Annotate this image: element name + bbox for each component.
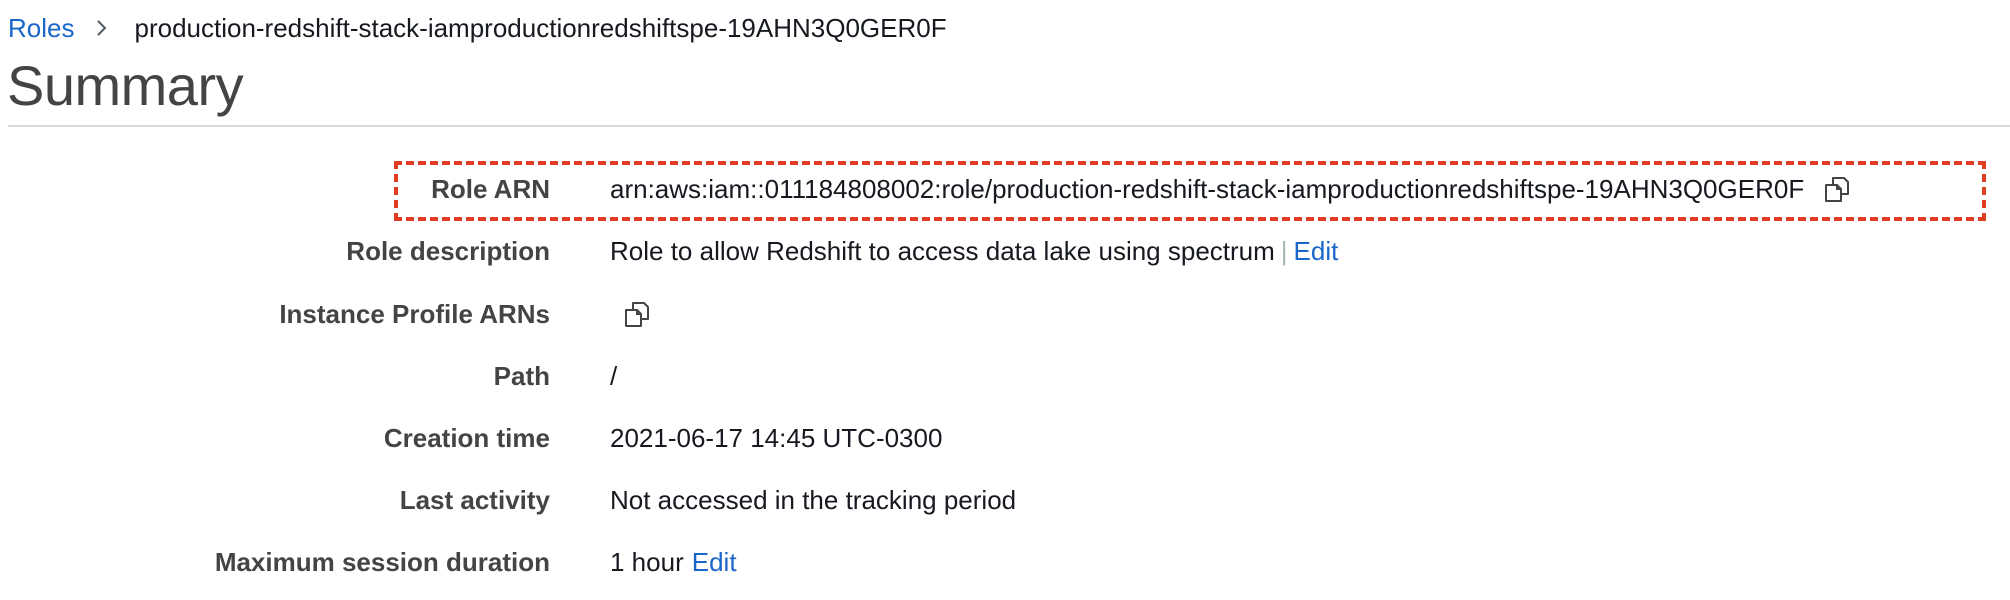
breadcrumb-current-role: production-redshift-stack-iamproductionr… bbox=[134, 12, 947, 43]
path-label: Path bbox=[493, 361, 550, 391]
edit-role-description-link[interactable]: Edit bbox=[1294, 236, 1339, 267]
page-title: Summary bbox=[7, 54, 244, 117]
role-description-value-container: Role to allow Redshift to access data la… bbox=[610, 226, 1338, 276]
breadcrumb: Roles production-redshift-stack-iamprodu… bbox=[8, 8, 947, 48]
separator: | bbox=[1280, 235, 1288, 266]
max-session-duration-value: 1 hour bbox=[610, 546, 684, 577]
instance-profile-arns-label: Instance Profile ARNs bbox=[279, 299, 550, 329]
title-divider bbox=[8, 125, 2010, 127]
last-activity-value-container: Not accessed in the tracking period bbox=[610, 475, 1016, 525]
role-description-value: Role to allow Redshift to access data la… bbox=[610, 235, 1275, 266]
max-session-duration-row: Maximum session duration 1 hour Edit bbox=[0, 537, 2010, 587]
role-arn-highlight-box bbox=[394, 161, 1986, 221]
role-description-row: Role description Role to allow Redshift … bbox=[0, 226, 2010, 276]
path-row: Path / bbox=[0, 351, 2010, 401]
breadcrumb-roles-link[interactable]: Roles bbox=[8, 13, 74, 44]
creation-time-label: Creation time bbox=[383, 423, 550, 453]
max-session-duration-value-container: 1 hour Edit bbox=[610, 537, 737, 587]
last-activity-row: Last activity Not accessed in the tracki… bbox=[0, 475, 2010, 525]
chevron-right-icon bbox=[96, 18, 108, 38]
path-value-container: / bbox=[610, 351, 617, 401]
last-activity-value: Not accessed in the tracking period bbox=[610, 484, 1017, 515]
creation-time-value: 2021-06-17 14:45 UTC-0300 bbox=[610, 422, 943, 453]
creation-time-row: Creation time 2021-06-17 14:45 UTC-0300 bbox=[0, 413, 2010, 463]
creation-time-value-container: 2021-06-17 14:45 UTC-0300 bbox=[610, 413, 942, 463]
last-activity-label: Last activity bbox=[399, 485, 550, 515]
max-session-duration-label: Maximum session duration bbox=[214, 547, 550, 577]
instance-profile-arns-value-container bbox=[610, 289, 654, 339]
instance-profile-arns-row: Instance Profile ARNs bbox=[0, 289, 2010, 339]
copy-icon[interactable] bbox=[620, 297, 654, 331]
role-description-label: Role description bbox=[346, 236, 550, 266]
edit-max-session-duration-link[interactable]: Edit bbox=[692, 547, 737, 578]
path-value: / bbox=[610, 360, 618, 391]
